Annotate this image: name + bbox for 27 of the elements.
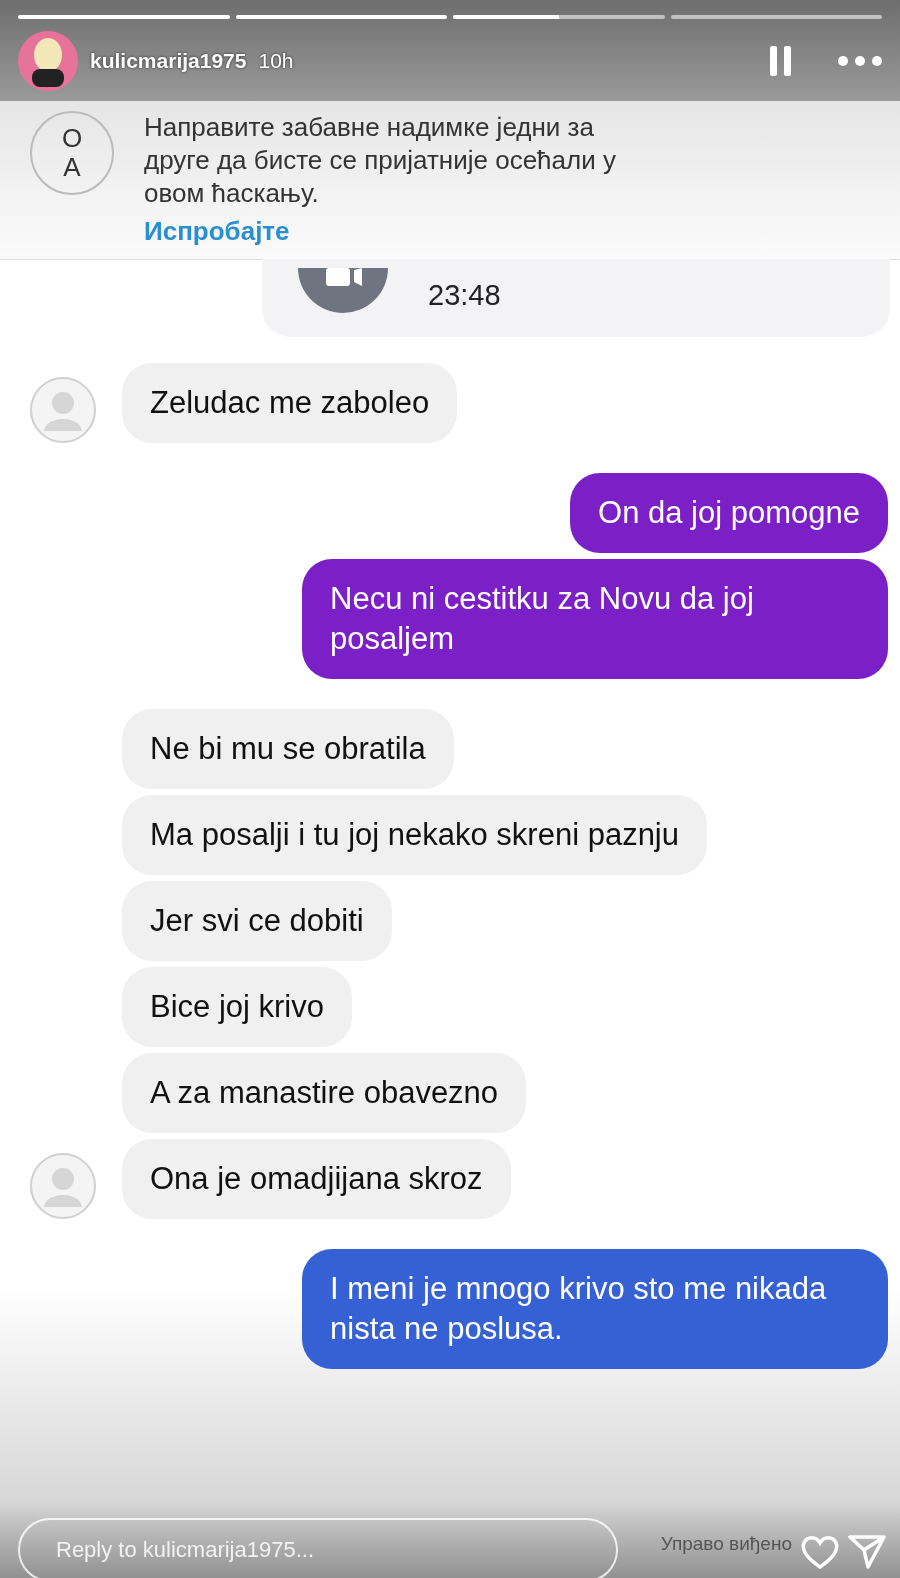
seen-status: Управо виђено: [660, 1533, 792, 1555]
message-bubble: I meni je mnogo krivo sto me nikada nista ne poslusa.: [302, 1249, 888, 1369]
banner-text: друге да бисте се пријатније осећали у: [144, 144, 616, 177]
logo-text: OA: [60, 124, 84, 182]
message-bubble: Necu ni cestitku za Novu da joj posaljem: [302, 559, 888, 679]
username[interactable]: kulicmarija1975: [90, 49, 247, 73]
pause-icon[interactable]: [770, 46, 792, 76]
message-bubble: Ma posalji i tu joj nekako skreni paznju: [122, 795, 707, 875]
send-icon[interactable]: [848, 1534, 886, 1570]
reply-field[interactable]: Reply to kulicmarija1975...: [18, 1518, 618, 1578]
message-bubble: Jer svi ce dobiti: [122, 881, 392, 961]
message-bubble: Zeludac me zaboleo: [122, 363, 458, 443]
post-time: 10h: [258, 49, 294, 73]
user-avatar-icon: [30, 377, 96, 443]
banner-text: Направите забавне надимке једни за: [144, 111, 595, 144]
message-bubble: Ona je omadjijana skroz: [122, 1139, 511, 1219]
more-icon[interactable]: [838, 56, 882, 66]
message-bubble: On da joj pomogne: [570, 473, 888, 553]
banner-text: овом ћаскању.: [144, 177, 320, 210]
message-bubble: Bice joj krivo: [122, 967, 352, 1047]
try-link[interactable]: Испробајте: [144, 216, 290, 247]
profile-avatar[interactable]: [18, 31, 78, 91]
message-bubble: A za manastire obavezno: [122, 1053, 527, 1133]
message-bubble: Ne bi mu se obratila: [122, 709, 454, 789]
call-time: 23:48: [428, 278, 501, 312]
user-avatar-icon: [30, 1153, 96, 1219]
heart-icon[interactable]: [800, 1534, 840, 1570]
